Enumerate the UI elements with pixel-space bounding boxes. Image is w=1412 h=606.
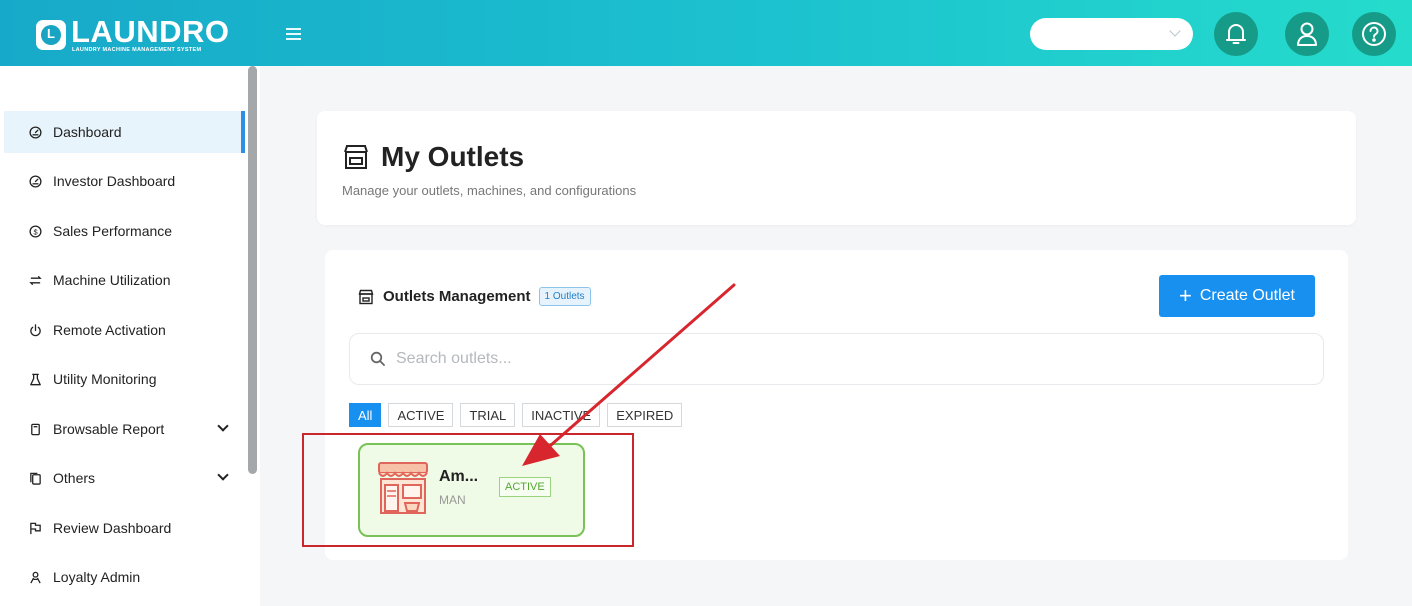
filter-active[interactable]: ACTIVE bbox=[388, 403, 454, 427]
annotation-highlight-box bbox=[302, 433, 634, 547]
help-icon bbox=[1362, 22, 1386, 46]
sidebar-item-label: Review Dashboard bbox=[53, 520, 172, 536]
filter-all[interactable]: All bbox=[349, 403, 382, 427]
outlets-management-title: Outlets Management bbox=[383, 288, 531, 305]
sidebar-item-label: Sales Performance bbox=[53, 223, 173, 239]
page-title-text: My Outlets bbox=[381, 141, 525, 172]
chevron-down-icon bbox=[1169, 25, 1181, 37]
sidebar-item-label: Machine Utilization bbox=[53, 272, 171, 288]
chevron-down-icon[interactable] bbox=[217, 469, 229, 481]
user-icon bbox=[1297, 22, 1317, 46]
sidebar-item-machine-utilization[interactable]: Machine Utilization bbox=[4, 259, 245, 301]
create-outlet-label: Create Outlet bbox=[1199, 287, 1295, 304]
search-input[interactable] bbox=[396, 350, 1296, 368]
dollar-icon: $ bbox=[28, 224, 42, 238]
top-header: L LAUNDRO LAUNDRY MACHINE MANAGEMENT SYS… bbox=[0, 0, 1412, 66]
store-icon bbox=[344, 145, 368, 169]
filter-inactive[interactable]: INACTIVE bbox=[522, 403, 601, 427]
logo-letter: L bbox=[47, 26, 55, 41]
sidebar-item-sales-performance[interactable]: $ Sales Performance bbox=[4, 210, 245, 252]
file-icon bbox=[28, 422, 42, 436]
outlet-count-badge: 1 Outlets bbox=[538, 287, 591, 306]
sidebar-item-label: Remote Activation bbox=[53, 322, 166, 338]
power-icon bbox=[28, 323, 42, 337]
sidebar-item-label: Browsable Report bbox=[53, 421, 165, 437]
help-button[interactable] bbox=[1352, 12, 1396, 56]
sidebar-item-remote-activation[interactable]: Remote Activation bbox=[4, 309, 245, 351]
outlets-management-heading: Outlets Management 1 Outlets bbox=[358, 287, 591, 306]
sidebar-item-browsable-report[interactable]: Browsable Report bbox=[4, 408, 245, 450]
swap-icon bbox=[28, 273, 42, 287]
store-icon bbox=[358, 289, 374, 304]
page-header-card: My Outlets Manage your outlets, machines… bbox=[317, 111, 1356, 225]
chevron-down-icon[interactable] bbox=[217, 420, 229, 432]
app-logo[interactable]: L LAUNDRO LAUNDRY MACHINE MANAGEMENT SYS… bbox=[36, 14, 236, 54]
page-title: My Outlets bbox=[343, 141, 524, 173]
gauge-icon bbox=[28, 125, 42, 139]
outlet-select[interactable] bbox=[1030, 18, 1193, 50]
create-outlet-button[interactable]: + Create Outlet bbox=[1159, 275, 1315, 317]
svg-text:$: $ bbox=[33, 227, 37, 236]
page-subtitle: Manage your outlets, machines, and confi… bbox=[342, 183, 637, 198]
gauge-icon bbox=[28, 174, 42, 188]
sidebar-item-dashboard[interactable]: Dashboard bbox=[4, 111, 245, 153]
flag-icon bbox=[28, 521, 42, 535]
status-filters: All ACTIVE TRIAL INACTIVE EXPIRED bbox=[349, 403, 689, 427]
bell-icon bbox=[1226, 24, 1246, 44]
copy-icon bbox=[28, 471, 42, 485]
sidebar-item-label: Dashboard bbox=[53, 124, 122, 140]
sidebar-item-label: Utility Monitoring bbox=[53, 371, 157, 387]
sidebar-item-label: Loyalty Admin bbox=[53, 569, 141, 585]
plus-icon: + bbox=[1178, 283, 1192, 308]
sidebar-item-utility-monitoring[interactable]: Utility Monitoring bbox=[4, 358, 245, 400]
search-box[interactable] bbox=[349, 333, 1324, 385]
profile-button[interactable] bbox=[1285, 12, 1329, 56]
menu-icon[interactable] bbox=[286, 28, 301, 40]
logo-text: LAUNDRO bbox=[71, 14, 230, 49]
sidebar-item-investor-dashboard[interactable]: Investor Dashboard bbox=[4, 160, 245, 202]
sidebar-item-label: Others bbox=[53, 470, 96, 486]
sidebar-item-loyalty-admin[interactable]: Loyalty Admin bbox=[4, 556, 245, 598]
sidebar: Dashboard Investor Dashboard $ Sales Per… bbox=[0, 66, 260, 606]
sidebar-item-label: Investor Dashboard bbox=[53, 173, 176, 189]
users-icon bbox=[28, 570, 42, 584]
notification-button[interactable] bbox=[1214, 12, 1258, 56]
logo-subtitle: LAUNDRY MACHINE MANAGEMENT SYSTEM bbox=[72, 47, 202, 53]
flask-icon bbox=[28, 372, 42, 386]
logo-badge: L bbox=[36, 20, 66, 50]
sidebar-item-review-dashboard[interactable]: Review Dashboard bbox=[4, 507, 245, 549]
sidebar-scrollbar[interactable] bbox=[248, 66, 257, 474]
filter-trial[interactable]: TRIAL bbox=[460, 403, 516, 427]
filter-expired[interactable]: EXPIRED bbox=[607, 403, 683, 427]
search-icon bbox=[370, 351, 385, 366]
sidebar-item-others[interactable]: Others bbox=[4, 457, 245, 499]
